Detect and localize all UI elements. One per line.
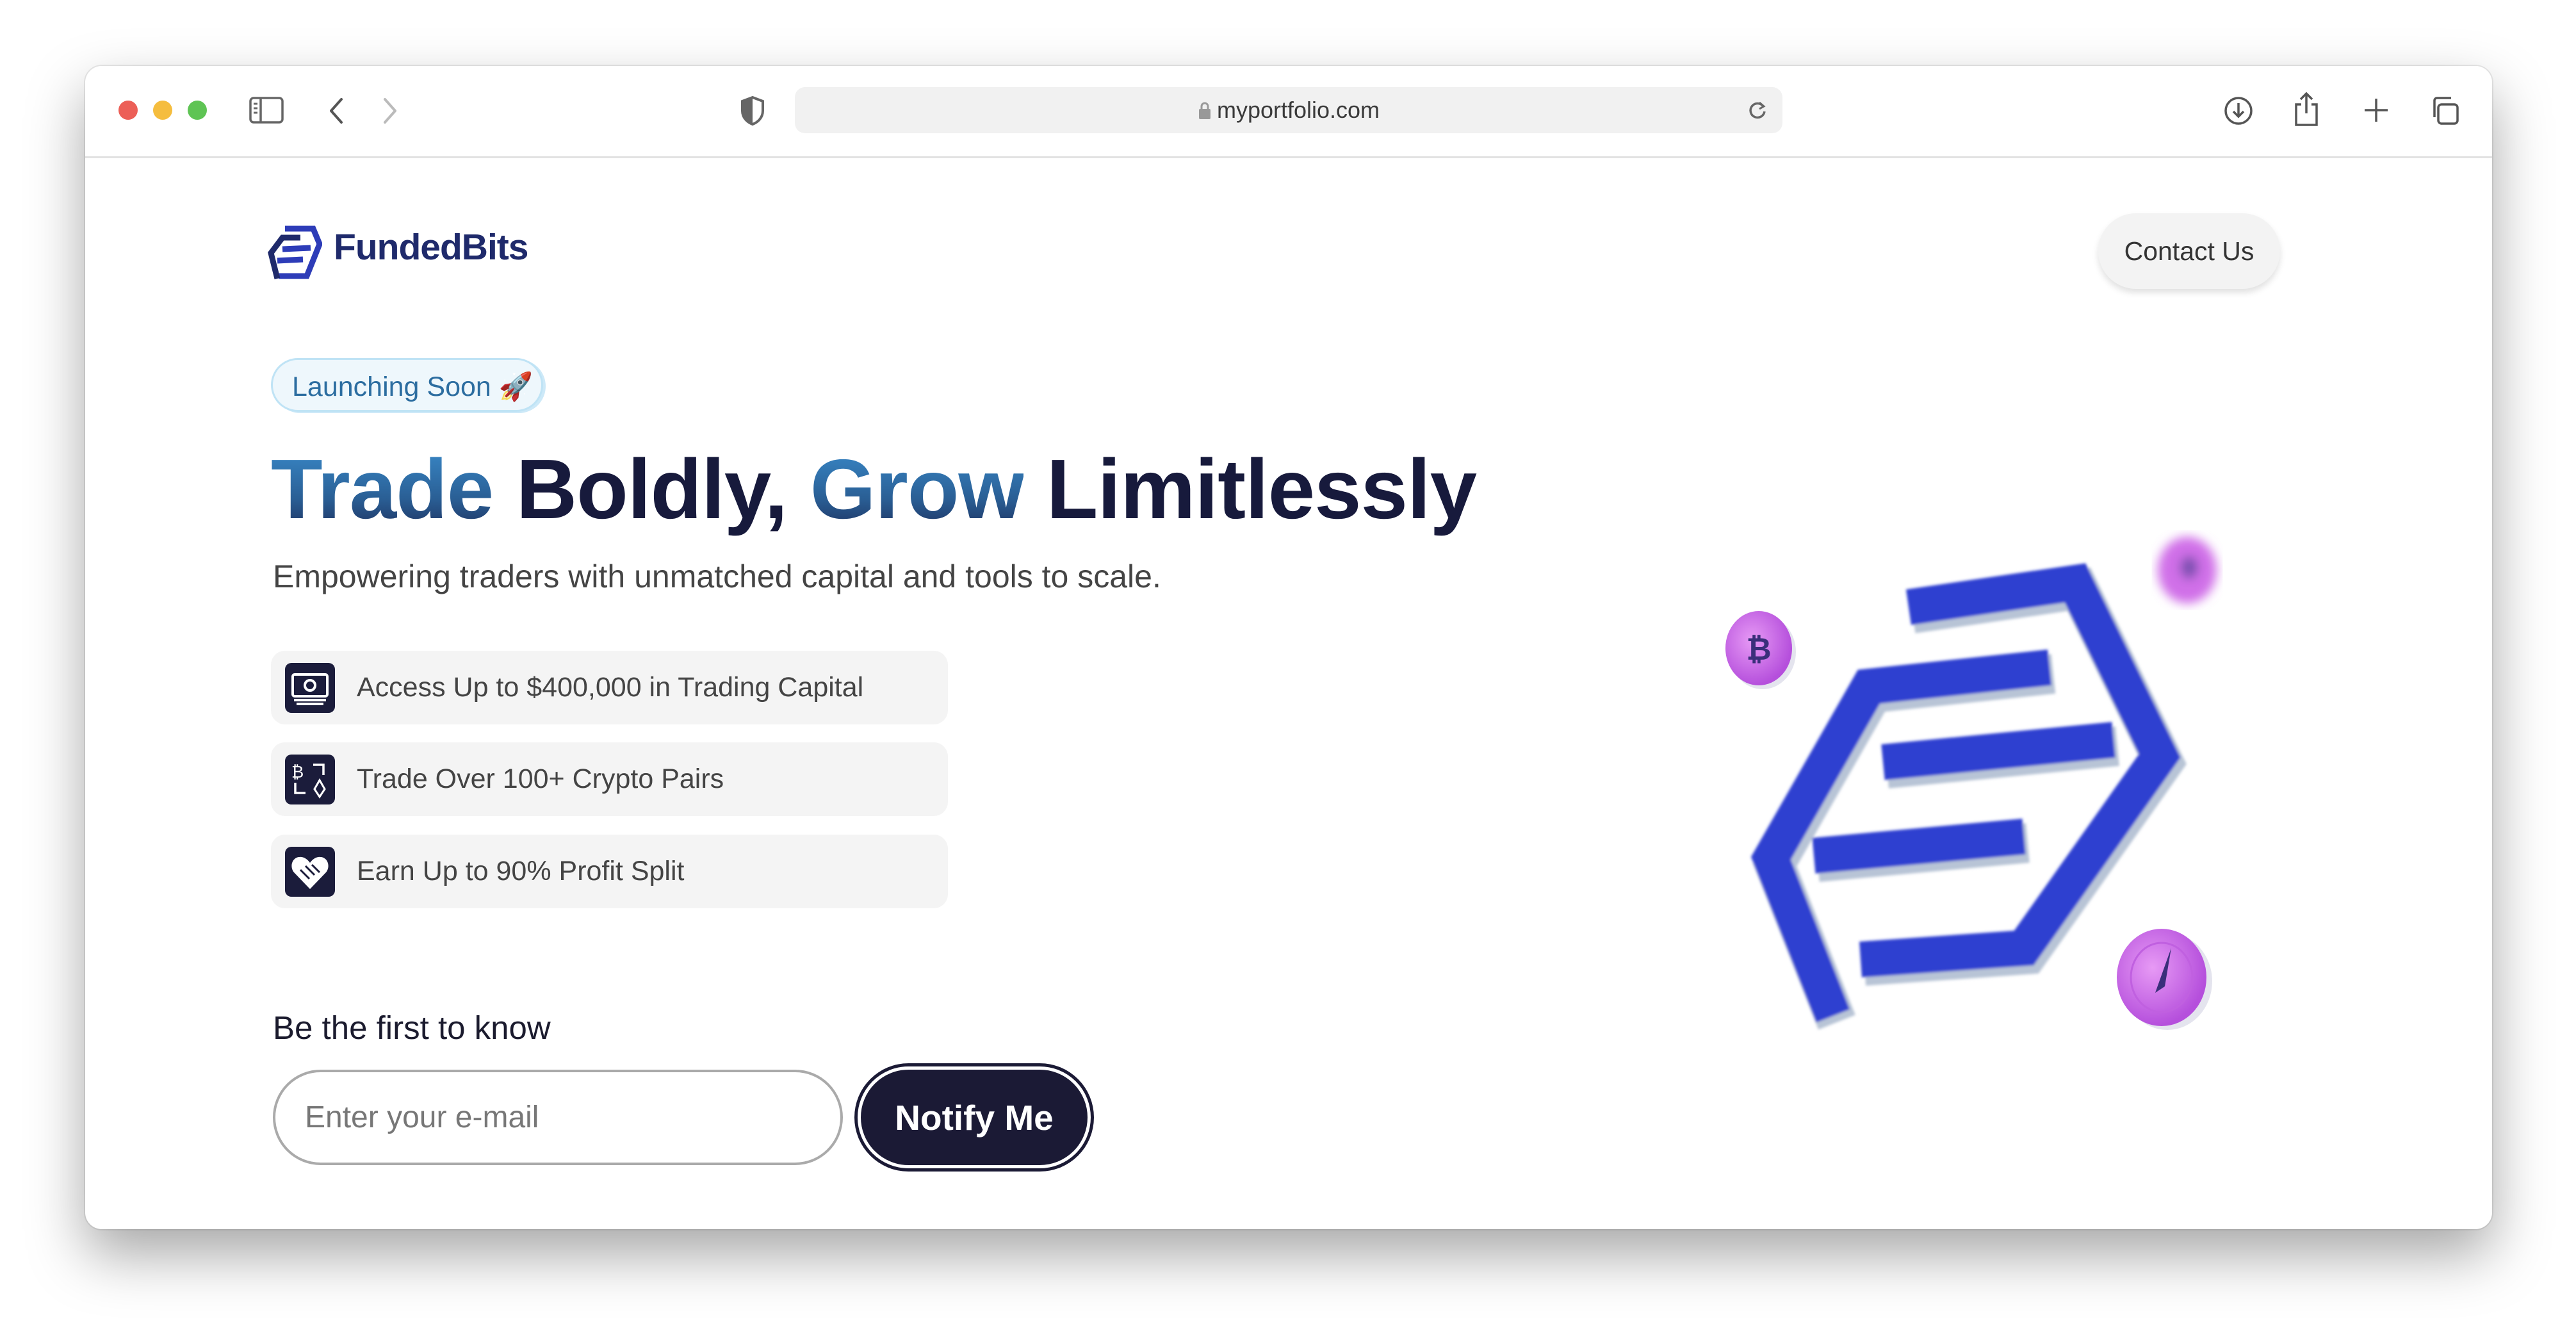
back-icon[interactable] <box>327 97 346 125</box>
logo-text[interactable]: FundedBits <box>334 226 528 268</box>
hero-headline: Trade Boldly, Grow Limitlessly <box>271 441 1477 537</box>
blurred-coin-icon <box>2158 537 2217 603</box>
contact-us-button[interactable]: Contact Us <box>2098 213 2280 289</box>
feature-item-profit-split: Earn Up to 90% Profit Split <box>271 835 948 908</box>
hero-brand-graphic: ₿ <box>1725 537 2217 1030</box>
share-icon[interactable] <box>2292 92 2320 127</box>
notify-me-button[interactable]: Notify Me <box>858 1066 1091 1168</box>
feature-item-crypto-pairs: ₿ Trade Over 100+ Crypto Pairs <box>271 742 948 816</box>
brand-3d-logo <box>1751 563 2187 1030</box>
feature-label: Trade Over 100+ Crypto Pairs <box>357 763 724 794</box>
address-bar[interactable]: myportfolio.com <box>795 87 1782 133</box>
download-icon[interactable] <box>2223 95 2254 126</box>
hero-subtitle: Empowering traders with unmatched capita… <box>273 559 1161 594</box>
launching-soon-badge: Launching Soon 🚀 <box>271 358 543 412</box>
crypto-exchange-icon: ₿ <box>285 755 335 804</box>
reload-icon[interactable] <box>1747 100 1768 122</box>
money-icon <box>285 663 335 713</box>
fundedbits-logo-icon <box>268 225 322 280</box>
maximize-window-button[interactable] <box>188 101 207 120</box>
new-tab-icon[interactable] <box>2363 97 2390 124</box>
bitcoin-coin-icon: ₿ <box>1725 611 1796 689</box>
url-label: myportfolio.com <box>1216 97 1380 123</box>
ethereum-coin-icon <box>2117 929 2212 1030</box>
browser-toolbar: myportfolio.com <box>85 66 2492 158</box>
headline-grow: Grow <box>810 442 1024 536</box>
feature-label: Access Up to $400,000 in Trading Capital <box>357 672 864 703</box>
headline-limitlessly: Limitlessly <box>1023 442 1477 536</box>
feature-label: Earn Up to 90% Profit Split <box>357 856 685 886</box>
browser-window: myportfolio.com FundedBits Contact Us La… <box>85 66 2492 1229</box>
headline-boldly: Boldly, <box>493 442 810 536</box>
forward-icon[interactable] <box>380 97 399 125</box>
svg-text:₿: ₿ <box>291 763 304 782</box>
svg-text:₿: ₿ <box>1746 632 1771 667</box>
url-text[interactable]: myportfolio.com <box>795 87 1782 133</box>
email-input[interactable] <box>273 1070 843 1165</box>
lock-icon <box>1198 102 1211 119</box>
sidebar-icon[interactable] <box>249 97 284 124</box>
headline-trade: Trade <box>271 442 494 536</box>
notify-label: Be the first to know <box>273 1009 551 1046</box>
shield-icon[interactable] <box>740 95 765 126</box>
close-window-button[interactable] <box>118 101 138 120</box>
feature-item-capital: Access Up to $400,000 in Trading Capital <box>271 651 948 724</box>
handshake-heart-icon <box>285 847 335 897</box>
tabs-overview-icon[interactable] <box>2429 95 2460 126</box>
minimize-window-button[interactable] <box>153 101 172 120</box>
